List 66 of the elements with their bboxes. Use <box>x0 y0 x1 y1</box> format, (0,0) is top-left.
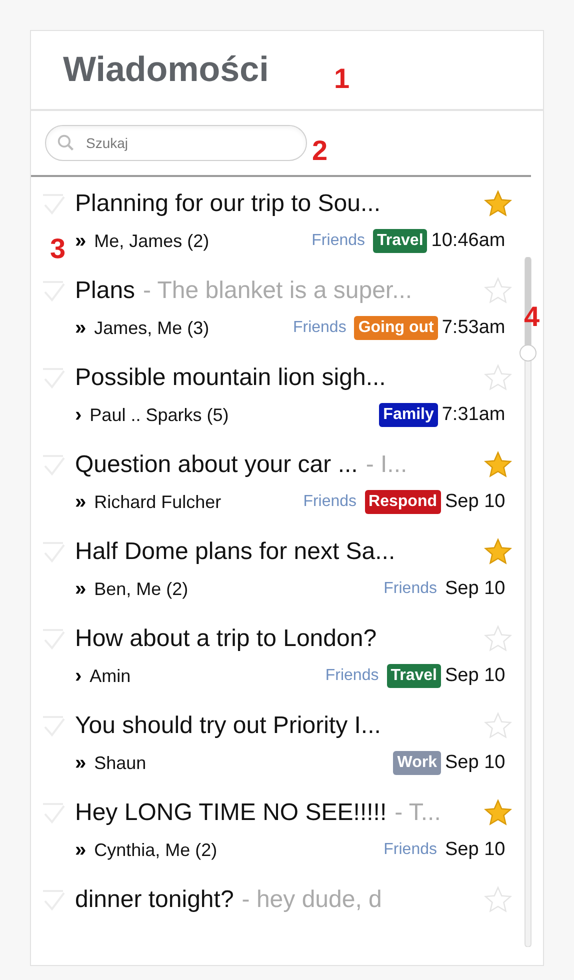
message-subject: Hey LONG TIME NO SEE!!!!! <box>75 799 387 826</box>
thread-marker: » <box>75 492 86 512</box>
message-subject: Plans <box>75 277 136 304</box>
callout-number: 2 <box>312 134 328 168</box>
star-icon[interactable] <box>483 189 514 219</box>
star-outline-icon[interactable] <box>483 885 514 915</box>
thread-marker: » <box>75 231 86 252</box>
label-text: Friends <box>384 840 437 860</box>
label-tag: Travel <box>386 664 441 688</box>
message-time: 10:46am <box>431 229 506 253</box>
label-text: Friends <box>325 666 379 686</box>
star-outline-icon[interactable] <box>483 624 514 654</box>
message-time: 7:31am <box>442 403 506 427</box>
message-snippet: - I... <box>366 451 408 478</box>
label-tag: Family <box>379 403 438 428</box>
star-icon[interactable] <box>483 798 514 828</box>
star-outline-icon[interactable] <box>483 276 514 306</box>
search-field[interactable]: Szukaj <box>45 125 307 161</box>
message-time: Sep 10 <box>445 490 506 514</box>
label-text: Friends <box>312 231 366 252</box>
message-subject: Possible mountain lion sigh... <box>75 364 386 391</box>
page-title: Wiadomości <box>63 48 269 91</box>
message-senders: Richard Fulcher <box>94 490 222 514</box>
label-text: Friends <box>384 579 437 600</box>
star-icon[interactable] <box>483 537 514 567</box>
thread-marker: » <box>75 318 86 338</box>
thread-marker: › <box>75 666 82 686</box>
star-outline-icon[interactable] <box>483 711 514 741</box>
message-subject: Planning for our trip to Sou... <box>75 190 381 217</box>
callout-number: 1 <box>334 62 350 96</box>
message-time: Sep 10 <box>445 664 506 688</box>
message-subject: Half Dome plans for next Sa... <box>75 538 396 565</box>
message-time: Sep 10 <box>445 838 506 862</box>
thread-marker: » <box>75 753 86 774</box>
message-time: Sep 10 <box>445 577 506 601</box>
label-tag: Travel <box>373 229 428 254</box>
thread-marker: » <box>75 579 86 600</box>
message-subject: You should try out Priority I... <box>75 712 381 739</box>
label-text: Friends <box>292 318 346 338</box>
message-senders: James, Me (3) <box>94 316 210 340</box>
message-snippet: - hey dude, d <box>242 886 382 913</box>
search-icon <box>57 134 75 152</box>
callout-number: 4 <box>524 300 540 334</box>
message-snippet: - The blanket is a super... <box>143 277 412 304</box>
label-tag: Respond <box>364 490 441 514</box>
label-tag: Going out <box>354 316 438 340</box>
star-outline-icon[interactable] <box>483 363 514 393</box>
thread-marker: » <box>75 840 86 860</box>
label-tag: Work <box>393 751 441 776</box>
label-text: Friends <box>303 492 357 512</box>
message-subject: dinner tonight? <box>75 886 234 913</box>
thread-marker: › <box>75 405 82 426</box>
message-time: 7:53am <box>442 316 506 340</box>
message-time: Sep 10 <box>445 751 506 775</box>
message-subject: Question about your car ... <box>75 451 358 478</box>
message-subject: How about a trip to London? <box>75 625 377 652</box>
callout-number: 3 <box>50 232 66 266</box>
message-senders: Paul .. Sparks (5) <box>90 404 229 427</box>
message-senders: Me, James (2) <box>94 230 210 253</box>
message-senders: Cynthia, Me (2) <box>94 838 218 862</box>
scrollbar[interactable] <box>518 257 538 947</box>
star-icon[interactable] <box>483 450 514 480</box>
message-snippet: - T... <box>394 799 441 826</box>
message-senders: Ben, Me (2) <box>94 578 188 601</box>
message-senders: Amin <box>90 664 131 688</box>
message-senders: Shaun <box>94 752 146 775</box>
